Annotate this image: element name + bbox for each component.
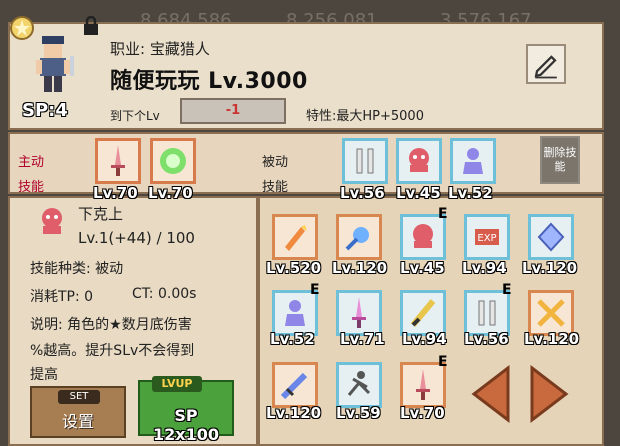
skill-level: Lv.94	[462, 259, 507, 277]
character-name-level: 随便玩玩 Lv.3000	[110, 69, 308, 94]
octopus-icon	[413, 224, 433, 248]
skill-level: Lv.120	[524, 330, 580, 348]
equipped-mark: E	[502, 282, 512, 298]
skill-desc-1: 说明: 角色的★数月底伤害	[30, 317, 192, 333]
comet-icon	[345, 227, 369, 251]
person-icon	[285, 300, 305, 326]
person-icon	[463, 148, 483, 174]
sp-counter: SP:4	[22, 100, 68, 121]
green-orb-icon	[160, 148, 186, 174]
equipped-passive-slot-3[interactable]	[450, 138, 496, 184]
set-label: 设置	[61, 412, 94, 431]
skill-level: Lv.59	[336, 404, 381, 422]
next-level-label: 到下个Lv	[110, 109, 160, 123]
delete-skill-button[interactable]: 删除技能	[540, 136, 580, 184]
skill-slot-12[interactable]	[336, 362, 382, 408]
exp-bar: -1	[180, 98, 286, 124]
skill-level: Lv.70	[93, 184, 138, 202]
skill-level: Lv.52	[270, 330, 315, 348]
skill-slot-2[interactable]	[336, 214, 382, 260]
active-skill-label-2: 技能	[18, 180, 45, 195]
skill-type: 技能种类: 被动	[30, 261, 124, 277]
game-window: 8,684,586 8,256,081 3,576,167 职业: 宝藏猎人 随…	[0, 0, 620, 446]
equipped-active-slot-1[interactable]	[95, 138, 141, 184]
feather-icon	[410, 299, 436, 327]
skill-level-detail: Lv.1(+44) / 100	[78, 229, 195, 247]
blue-sword-icon	[280, 372, 308, 400]
double-blade-icon	[478, 300, 496, 326]
equipped-mark: E	[310, 282, 320, 298]
level-up-button[interactable]: LVUP SP 12x100	[138, 376, 234, 444]
skill-name: 下克上	[78, 205, 124, 223]
pencil-icon	[534, 55, 557, 79]
cross-blades-icon	[537, 299, 565, 327]
skill-level: Lv.56	[464, 330, 509, 348]
avatar	[24, 34, 82, 96]
skill-level: Lv.71	[340, 330, 385, 348]
octopus-icon	[409, 148, 429, 172]
flame-icon	[285, 225, 307, 251]
sword-icon	[352, 297, 366, 328]
double-blade-icon	[356, 148, 374, 174]
skill-level: Lv.70	[148, 184, 193, 202]
lock-icon[interactable]	[82, 15, 100, 36]
diamond-icon	[537, 222, 565, 252]
skill-desc-2: %越高。提升SLv不会得到	[30, 343, 195, 359]
octopus-icon	[34, 204, 70, 240]
skill-slot-5[interactable]	[528, 214, 574, 260]
skill-slot-1[interactable]	[272, 214, 318, 260]
skill-level: Lv.120	[522, 259, 578, 277]
exp-bar-value: -1	[225, 103, 241, 118]
skill-level: Lv.120	[332, 259, 388, 277]
set-tag: SET	[58, 390, 100, 404]
equipped-mark: E	[438, 354, 448, 370]
skill-tp: 消耗TP: 0	[30, 289, 94, 305]
equipped-mark: E	[438, 206, 448, 222]
equipped-passive-slot-2[interactable]	[396, 138, 442, 184]
svg-text:EXP: EXP	[477, 233, 496, 244]
prev-page-arrow-icon[interactable]	[468, 364, 512, 424]
exp-icon: EXP	[475, 229, 499, 245]
skill-level: Lv.52	[448, 184, 493, 202]
skill-level: Lv.70	[400, 404, 445, 422]
set-button[interactable]: SET 设置	[30, 386, 126, 438]
edit-button[interactable]	[526, 44, 566, 84]
skill-desc-3: 提高	[30, 367, 58, 383]
equipped-passive-slot-1[interactable]	[342, 138, 388, 184]
job-label: 职业: 宝藏猎人	[110, 40, 210, 58]
lvup-tag: LVUP	[152, 376, 202, 392]
skill-level: Lv.120	[266, 404, 322, 422]
trait-label: 特性:最大HP+5000	[306, 109, 424, 124]
skill-level: Lv.94	[402, 330, 447, 348]
passive-skill-label-2: 技能	[262, 180, 289, 195]
sword-icon	[111, 145, 125, 176]
skill-level: Lv.520	[266, 259, 322, 277]
next-page-arrow-icon[interactable]	[528, 364, 572, 424]
skill-slot-4[interactable]: EXP	[464, 214, 510, 260]
equipped-active-slot-2[interactable]	[150, 138, 196, 184]
active-skill-label: 主动	[18, 155, 45, 170]
skill-level: Lv.45	[400, 259, 445, 277]
sword-icon	[416, 369, 430, 400]
lvup-cost: SP 12x100	[153, 406, 219, 444]
passive-skill-label: 被动	[262, 155, 289, 170]
skill-level: Lv.45	[396, 184, 441, 202]
fighter-icon	[347, 371, 371, 396]
skill-level: Lv.56	[340, 184, 385, 202]
skill-ct: CT: 0.00s	[132, 286, 197, 302]
skill-slot-11[interactable]	[272, 362, 318, 408]
